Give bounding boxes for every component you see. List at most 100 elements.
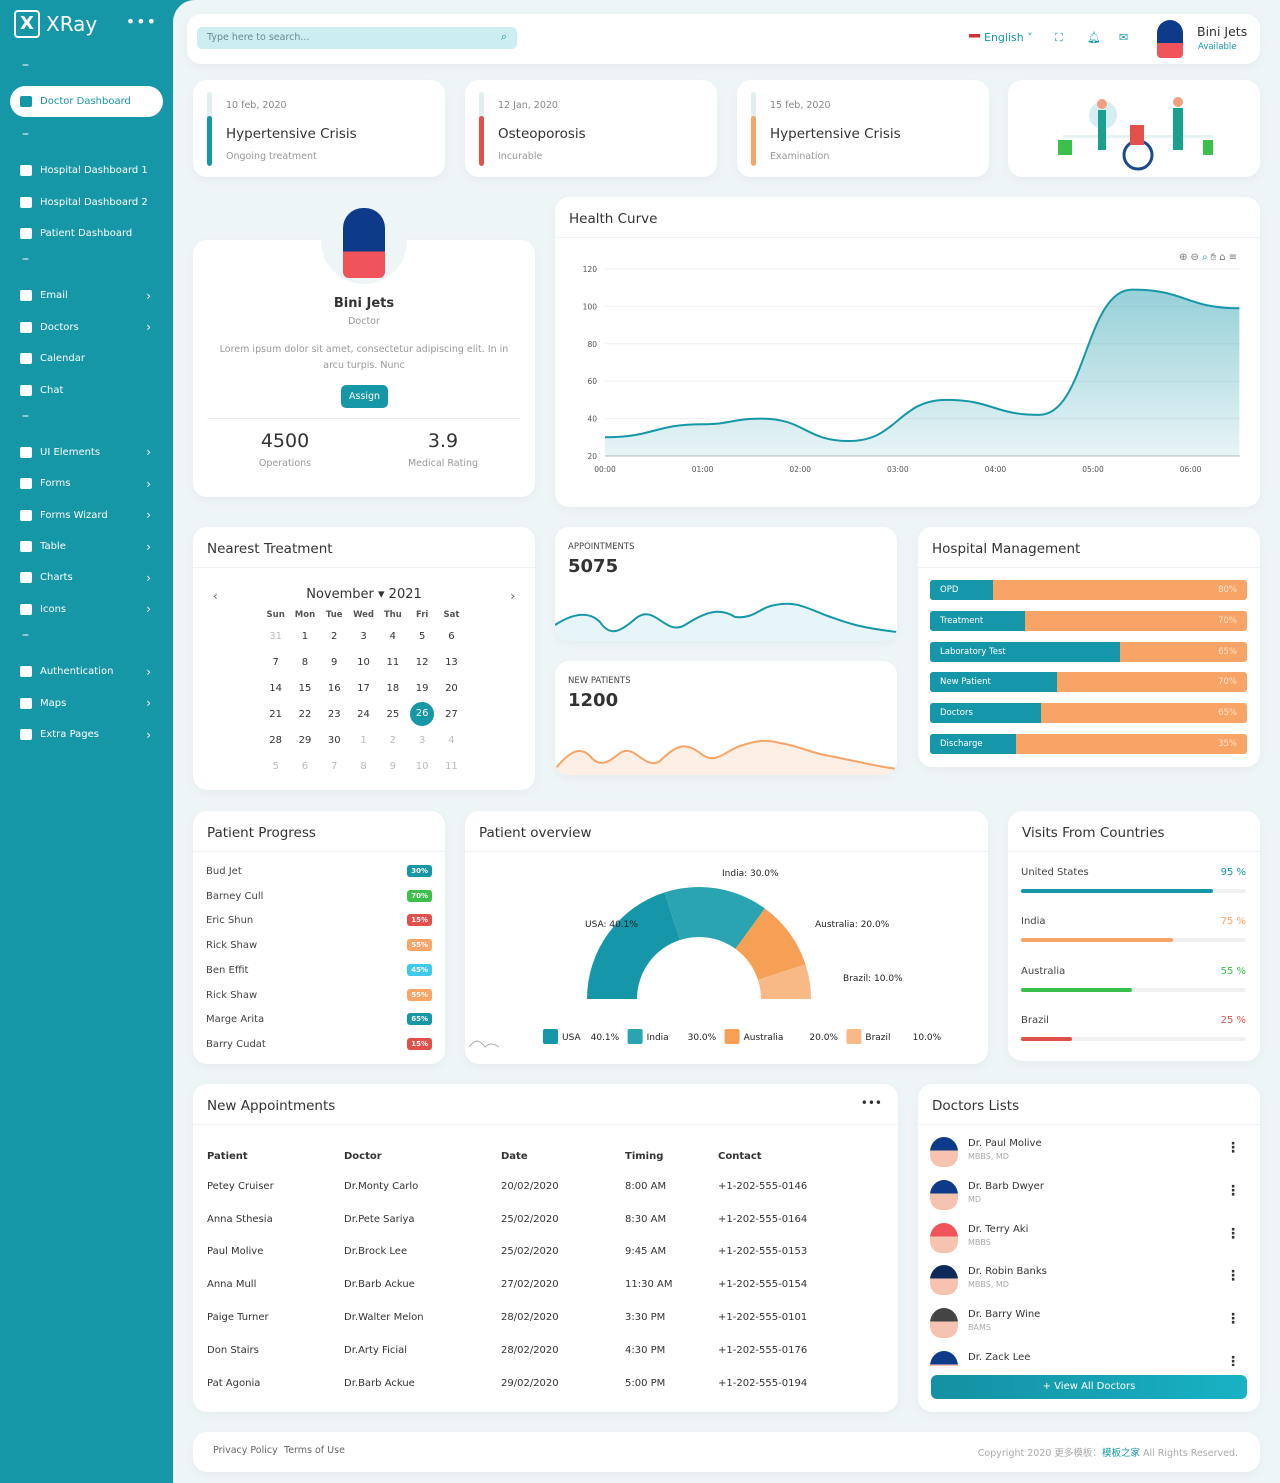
user-avatar[interactable] — [1157, 20, 1183, 58]
doctor-name[interactable]: Dr. Terry Aki — [968, 1224, 1028, 1235]
doctor-name[interactable]: Dr. Robin Banks — [968, 1266, 1047, 1277]
privacy-policy-link[interactable]: Privacy Policy — [213, 1445, 278, 1456]
calendar-day[interactable]: 3 — [407, 727, 436, 753]
kebab-menu-icon[interactable]: ⋮ — [1226, 1226, 1240, 1242]
column-header[interactable]: Doctor — [344, 1142, 501, 1170]
fullscreen-icon[interactable]: ⛶ — [1055, 31, 1063, 45]
sidebar-item-hospital-dashboard-2[interactable]: Hospital Dashboard 2 — [0, 186, 173, 217]
terms-link[interactable]: Terms of Use — [284, 1445, 345, 1456]
footer-link[interactable]: 模板之家 — [1102, 1448, 1140, 1459]
calendar-day[interactable]: 7 — [320, 753, 349, 779]
calendar-day[interactable]: 4 — [378, 623, 407, 649]
kebab-menu-icon[interactable]: ⋮ — [1226, 1268, 1240, 1284]
sidebar-item-icons[interactable]: Icons › — [0, 594, 173, 625]
calendar-day[interactable]: 24 — [349, 701, 378, 727]
calendar-day[interactable]: 13 — [437, 649, 466, 675]
table-row[interactable]: Anna Mull Dr.Barb Ackue 27/02/2020 11:30 AM… — [207, 1268, 838, 1301]
sidebar-item-patient-dashboard[interactable]: Patient Dashboard — [0, 218, 173, 249]
month-select[interactable]: November — [306, 587, 374, 602]
more-icon[interactable]: ••• — [126, 12, 157, 31]
donut-slice-usa[interactable] — [587, 892, 680, 999]
sidebar-item-forms-wizard[interactable]: Forms Wizard › — [0, 500, 173, 531]
column-header[interactable]: Timing — [625, 1142, 718, 1170]
language-select[interactable]: English ˅ — [969, 31, 1033, 44]
calendar-day[interactable]: 7 — [261, 649, 290, 675]
sidebar-item-authentication[interactable]: Authentication › — [0, 656, 173, 687]
legend-name[interactable]: USA — [562, 1033, 581, 1043]
calendar-day[interactable]: 4 — [437, 727, 466, 753]
legend-name[interactable]: Australia — [744, 1033, 784, 1043]
calendar-day[interactable]: 11 — [378, 649, 407, 675]
search-input[interactable]: Type here to search... ⌕ — [197, 27, 517, 49]
calendar-day[interactable]: 8 — [349, 753, 378, 779]
calendar-day[interactable]: 10 — [407, 753, 436, 779]
calendar-day[interactable]: 28 — [261, 727, 290, 753]
calendar-day[interactable]: 10 — [349, 649, 378, 675]
calendar-day[interactable]: 20 — [437, 675, 466, 701]
table-row[interactable]: Pat Agonia Dr.Barb Ackue 29/02/2020 5:00 PM… — [207, 1367, 838, 1400]
calendar-day[interactable]: 15 — [290, 675, 319, 701]
calendar-day[interactable]: 3 — [349, 623, 378, 649]
calendar-day[interactable]: 25 — [378, 701, 407, 727]
calendar-day[interactable]: 6 — [290, 753, 319, 779]
view-all-doctors-button[interactable]: + View All Doctors — [931, 1375, 1247, 1399]
table-row[interactable]: Paul Molive Dr.Brock Lee 25/02/2020 9:45 AM… — [207, 1236, 838, 1269]
column-header[interactable]: Date — [501, 1142, 625, 1170]
sidebar-item-hospital-dashboard-1[interactable]: Hospital Dashboard 1 — [0, 155, 173, 186]
sidebar-item-ui-elements[interactable]: UI Elements › — [0, 437, 173, 468]
sidebar-item-charts[interactable]: Charts › — [0, 562, 173, 593]
calendar-day[interactable]: 23 — [320, 701, 349, 727]
logo[interactable]: X XRay — [14, 10, 97, 38]
kebab-menu-icon[interactable]: ⋮ — [1226, 1311, 1240, 1327]
more-options-icon[interactable]: ••• — [861, 1096, 882, 1110]
calendar-day[interactable]: 18 — [378, 675, 407, 701]
sidebar-item-extra-pages[interactable]: Extra Pages › — [0, 719, 173, 750]
column-header[interactable]: Patient — [207, 1142, 344, 1170]
sidebar-item-chat[interactable]: Chat — [0, 374, 173, 405]
calendar-day[interactable]: 22 — [290, 701, 319, 727]
assign-button[interactable]: Assign — [341, 385, 388, 408]
calendar-day[interactable]: 5 — [261, 753, 290, 779]
calendar-day[interactable]: 2 — [320, 623, 349, 649]
calendar-day[interactable]: 30 — [320, 727, 349, 753]
calendar-day[interactable]: 14 — [261, 675, 290, 701]
kebab-menu-icon[interactable]: ⋮ — [1226, 1140, 1240, 1156]
sidebar-item-calendar[interactable]: Calendar — [0, 343, 173, 374]
calendar-day[interactable]: 16 — [320, 675, 349, 701]
doctor-name[interactable]: Dr. Paul Molive — [968, 1138, 1042, 1149]
table-row[interactable]: Don Stairs Dr.Arty Ficial 28/02/2020 4:30 P… — [207, 1334, 838, 1367]
calendar-day[interactable]: 31 — [261, 623, 290, 649]
search-icon[interactable]: ⌕ — [501, 30, 507, 44]
sidebar-item-table[interactable]: Table › — [0, 531, 173, 562]
legend-name[interactable]: India — [647, 1033, 669, 1043]
calendar-day[interactable]: 17 — [349, 675, 378, 701]
calendar-day[interactable]: 21 — [261, 701, 290, 727]
sidebar-item-doctor-dashboard[interactable]: Doctor Dashboard — [10, 86, 163, 117]
table-row[interactable]: Anna Sthesia Dr.Pete Sariya 25/02/2020 8:30… — [207, 1203, 838, 1236]
table-row[interactable]: Petey Cruiser Dr.Monty Carlo 20/02/2020 8:0… — [207, 1170, 838, 1203]
calendar-day[interactable]: 8 — [290, 649, 319, 675]
calendar-day[interactable]: 29 — [290, 727, 319, 753]
calendar-day[interactable]: 12 — [407, 649, 436, 675]
calendar-day[interactable]: 27 — [437, 701, 466, 727]
doctor-name[interactable]: Dr. Barry Wine — [968, 1309, 1040, 1320]
sidebar-item-doctors[interactable]: Doctors › — [0, 312, 173, 343]
sidebar-item-maps[interactable]: Maps › — [0, 687, 173, 718]
calendar-day[interactable]: 1 — [349, 727, 378, 753]
calendar-day[interactable]: 2 — [378, 727, 407, 753]
calendar-day[interactable]: 6 — [437, 623, 466, 649]
mail-icon[interactable]: ✉ — [1119, 31, 1128, 44]
sidebar-item-forms[interactable]: Forms › — [0, 468, 173, 499]
table-row[interactable]: Paige Turner Dr.Walter Melon 28/02/2020 3:3… — [207, 1301, 838, 1334]
calendar-day[interactable]: 11 — [437, 753, 466, 779]
doctor-name[interactable]: Dr. Zack Lee — [968, 1352, 1030, 1363]
bell-icon[interactable]: 🔔︎ — [1087, 31, 1101, 44]
kebab-menu-icon[interactable]: ⋮ — [1226, 1354, 1240, 1366]
calendar-day[interactable]: 1 — [290, 623, 319, 649]
column-header[interactable]: Contact — [718, 1142, 838, 1170]
calendar-day[interactable]: 9 — [378, 753, 407, 779]
calendar-day-selected[interactable]: 26 — [407, 701, 436, 727]
calendar-day[interactable]: 5 — [407, 623, 436, 649]
calendar-day[interactable]: 19 — [407, 675, 436, 701]
calendar-day[interactable]: 9 — [320, 649, 349, 675]
